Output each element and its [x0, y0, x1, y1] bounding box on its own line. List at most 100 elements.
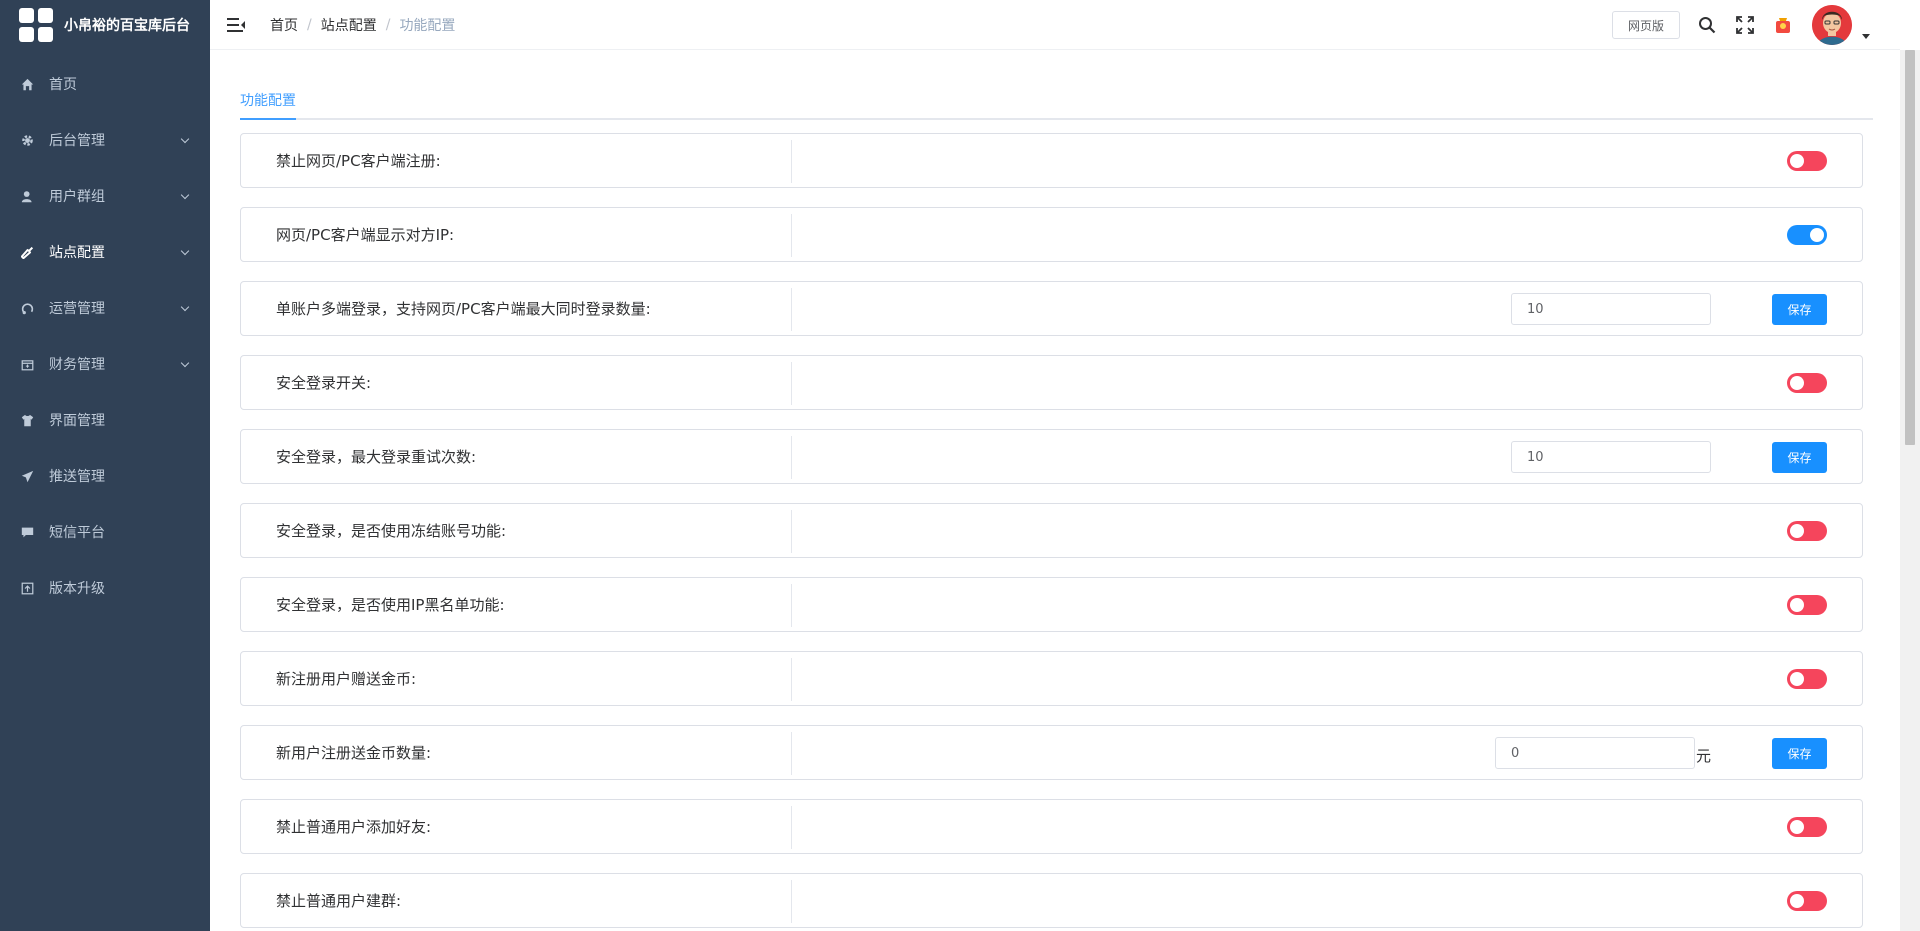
user-icon: [20, 189, 34, 203]
toggle-switch[interactable]: [1787, 595, 1827, 615]
send-icon: [20, 469, 34, 483]
unit-label: 元: [1695, 747, 1711, 765]
setting-label: 新用户注册送金币数量:: [276, 744, 432, 762]
hamburger-icon[interactable]: [227, 17, 245, 32]
setting-row-max-concurrent-logins: 单账户多端登录，支持网页/PC客户端最大同时登录数量: 保存: [240, 281, 1863, 336]
toggle-switch[interactable]: [1787, 817, 1827, 837]
sidebar: 小帛裕的百宝库后台 首页 后台管理 用户群组 站点配置 运营管理 财务管理 界面…: [0, 0, 210, 931]
divider: [791, 362, 792, 405]
page-scrollbar[interactable]: [1900, 50, 1920, 931]
setting-label: 禁止普通用户添加好友:: [276, 818, 432, 836]
save-button[interactable]: 保存: [1772, 442, 1827, 473]
breadcrumb: 首页 / 站点配置 / 功能配置: [270, 15, 455, 35]
setting-row-freeze-account: 安全登录，是否使用冻结账号功能:: [240, 503, 1863, 558]
chevron-down-icon: [180, 302, 190, 312]
chevron-down-icon: [180, 134, 190, 144]
setting-label: 新注册用户赠送金币:: [276, 670, 417, 688]
red-envelope-icon[interactable]: [1772, 14, 1794, 36]
divider: [791, 288, 792, 331]
logo-icon: [19, 8, 53, 42]
toggle-switch[interactable]: [1787, 373, 1827, 393]
chevron-down-icon: [180, 358, 190, 368]
setting-label: 单账户多端登录，支持网页/PC客户端最大同时登录数量:: [276, 300, 651, 318]
sidebar-item-label: 后台管理: [49, 133, 105, 149]
sidebar-item-home[interactable]: 首页: [0, 56, 210, 112]
brand-title: 小帛裕的百宝库后台: [64, 18, 190, 34]
max-logins-input[interactable]: [1511, 293, 1711, 325]
sidebar-item-admin[interactable]: 后台管理: [0, 112, 210, 168]
brand[interactable]: 小帛裕的百宝库后台: [0, 0, 210, 50]
setting-row-gift-coins: 新注册用户赠送金币:: [240, 651, 1863, 706]
setting-row-secure-login: 安全登录开关:: [240, 355, 1863, 410]
breadcrumb-home[interactable]: 首页: [270, 15, 298, 35]
setting-label: 安全登录，是否使用IP黑名单功能:: [276, 596, 505, 614]
setting-row-ip-blacklist: 安全登录，是否使用IP黑名单功能:: [240, 577, 1863, 632]
setting-label: 安全登录，最大登录重试次数:: [276, 448, 477, 466]
breadcrumb-site-config[interactable]: 站点配置: [321, 15, 377, 35]
sidebar-item-label: 版本升级: [49, 581, 105, 597]
sidebar-item-push[interactable]: 推送管理: [0, 448, 210, 504]
divider: [791, 584, 792, 627]
tab-function-config[interactable]: 功能配置: [240, 90, 296, 120]
sidebar-item-label: 界面管理: [49, 413, 105, 429]
divider: [791, 658, 792, 701]
setting-label: 网页/PC客户端显示对方IP:: [276, 226, 455, 244]
scrollbar-thumb[interactable]: [1905, 50, 1915, 445]
caret-down-icon: [1862, 34, 1870, 39]
toggle-switch[interactable]: [1787, 669, 1827, 689]
coin-amount-input[interactable]: [1495, 737, 1695, 769]
sidebar-item-upgrade[interactable]: 版本升级: [0, 560, 210, 616]
message-icon: [20, 525, 34, 539]
setting-label: 禁止网页/PC客户端注册:: [276, 152, 441, 170]
sidebar-item-ui[interactable]: 界面管理: [0, 392, 210, 448]
main-content: 功能配置 禁止网页/PC客户端注册: 网页/PC客户端显示对方IP: 单账户多端…: [240, 50, 1873, 931]
toggle-switch[interactable]: [1787, 225, 1827, 245]
sidebar-item-label: 首页: [49, 77, 77, 93]
setting-row-disable-add-friend: 禁止普通用户添加好友:: [240, 799, 1863, 854]
toggle-switch[interactable]: [1787, 521, 1827, 541]
fullscreen-icon[interactable]: [1734, 14, 1756, 36]
sidebar-item-user-groups[interactable]: 用户群组: [0, 168, 210, 224]
wrench-icon: [20, 245, 34, 259]
toggle-switch[interactable]: [1787, 151, 1827, 171]
divider: [791, 880, 792, 923]
setting-row-show-peer-ip: 网页/PC客户端显示对方IP:: [240, 207, 1863, 262]
upgrade-icon: [20, 581, 34, 595]
sidebar-item-label: 用户群组: [49, 189, 105, 205]
settings-list: 禁止网页/PC客户端注册: 网页/PC客户端显示对方IP: 单账户多端登录，支持…: [240, 133, 1873, 928]
chevron-down-icon: [180, 246, 190, 256]
breadcrumb-separator: /: [307, 16, 312, 33]
sidebar-menu: 首页 后台管理 用户群组 站点配置 运营管理 财务管理 界面管理 推送管理 短信…: [0, 56, 210, 616]
setting-row-gift-coin-amount: 新用户注册送金币数量: 元 保存: [240, 725, 1863, 780]
breadcrumb-separator: /: [385, 16, 391, 33]
home-icon: [20, 77, 34, 91]
divider: [791, 732, 792, 775]
divider: [791, 436, 792, 479]
avatar: [1812, 5, 1852, 45]
web-version-button[interactable]: 网页版: [1611, 11, 1680, 39]
sidebar-item-operations[interactable]: 运营管理: [0, 280, 210, 336]
operation-icon: [20, 301, 34, 315]
sidebar-item-sms[interactable]: 短信平台: [0, 504, 210, 560]
breadcrumb-current: 功能配置: [399, 17, 456, 34]
tabs: 功能配置: [240, 50, 1873, 120]
max-retry-input[interactable]: [1511, 441, 1711, 473]
setting-row-disable-web-register: 禁止网页/PC客户端注册:: [240, 133, 1863, 188]
setting-label: 安全登录开关:: [276, 374, 372, 392]
chevron-down-icon: [180, 190, 190, 200]
user-avatar-dropdown[interactable]: [1812, 5, 1870, 45]
navbar: 首页 / 站点配置 / 功能配置 网页版: [210, 0, 1900, 50]
sidebar-item-label: 站点配置: [49, 245, 105, 261]
save-button[interactable]: 保存: [1772, 738, 1827, 769]
divider: [791, 510, 792, 553]
sidebar-item-site-config[interactable]: 站点配置: [0, 224, 210, 280]
sidebar-item-label: 财务管理: [49, 357, 105, 373]
header-right-menu: 网页版: [1611, 0, 1870, 50]
toggle-switch[interactable]: [1787, 891, 1827, 911]
sidebar-item-finance[interactable]: 财务管理: [0, 336, 210, 392]
search-icon[interactable]: [1696, 14, 1718, 36]
save-button[interactable]: 保存: [1772, 294, 1827, 325]
divider: [791, 140, 792, 183]
divider: [791, 806, 792, 849]
setting-label: 禁止普通用户建群:: [276, 892, 402, 910]
